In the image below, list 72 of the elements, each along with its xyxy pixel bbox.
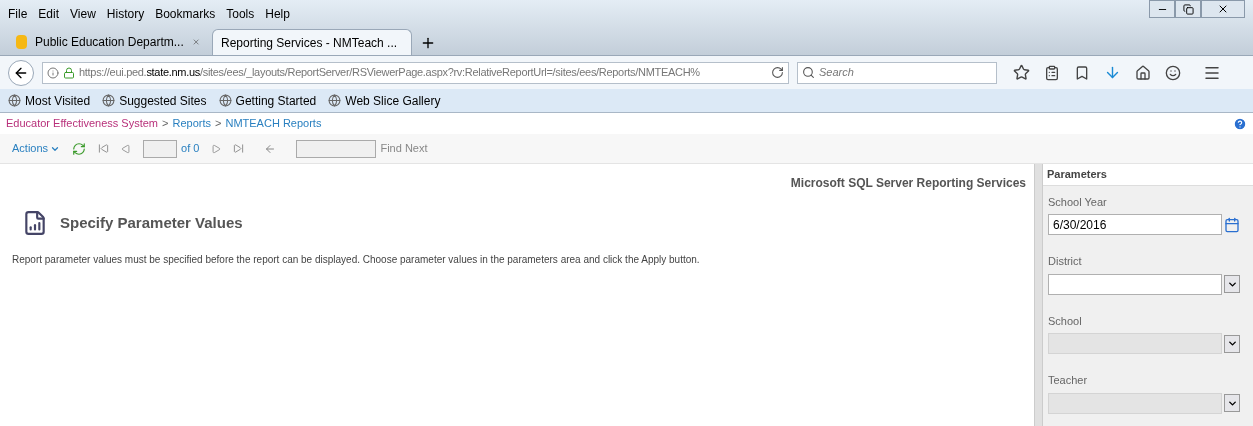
menu-item[interactable]: Tools — [226, 5, 255, 23]
tab-title: Public Education Departm... — [35, 34, 184, 51]
chevron-icon — [1226, 338, 1238, 349]
date-field[interactable]: 6/30/2016 — [1048, 214, 1222, 235]
report-icon — [22, 210, 48, 236]
menu-item[interactable]: View — [70, 5, 96, 23]
find-field[interactable] — [296, 139, 377, 158]
search-placeholder: Search — [819, 65, 854, 81]
back-button[interactable] — [8, 59, 34, 86]
dropdown-field[interactable] — [1048, 273, 1222, 295]
close-icon[interactable] — [191, 36, 200, 48]
field-label: District — [1048, 254, 1083, 269]
help-icon[interactable] — [1233, 116, 1247, 131]
menu-item[interactable]: History — [106, 5, 145, 23]
breadcrumb-link[interactable]: Reports — [172, 115, 211, 132]
breadcrumb-separator: > — [215, 116, 222, 132]
field-label: School Year — [1048, 194, 1108, 210]
new-tab-icon[interactable] — [420, 35, 436, 51]
find-next-link[interactable]: Find Next — [380, 140, 428, 157]
refresh-icon[interactable] — [72, 141, 87, 156]
star-icon[interactable] — [1013, 64, 1030, 81]
globe-icon — [8, 94, 21, 107]
field-label: Teacher — [1048, 373, 1089, 388]
tab-title: Reporting Services - NMTeach ... — [221, 34, 398, 52]
panel-title: Parameters — [1043, 164, 1253, 186]
previous-page-icon[interactable] — [121, 143, 132, 154]
last-page-icon[interactable] — [233, 143, 245, 154]
page-field[interactable] — [143, 139, 178, 158]
globe-icon — [328, 94, 342, 107]
first-page-icon[interactable] — [98, 143, 110, 154]
actions-menu[interactable]: Actions — [12, 140, 61, 157]
dropdown-button[interactable] — [1224, 275, 1240, 293]
breadcrumb-link[interactable]: NMTEACH Reports — [225, 115, 322, 132]
lock-icon — [63, 66, 75, 79]
site-icon — [16, 35, 27, 49]
next-page-icon[interactable] — [211, 143, 222, 154]
bookmark-item[interactable]: Most Visited — [25, 91, 91, 110]
breadcrumb-separator: > — [162, 116, 169, 132]
info-icon — [47, 66, 59, 79]
globe-icon — [102, 94, 116, 107]
search-icon — [802, 66, 815, 79]
search-field[interactable]: Search — [797, 61, 997, 84]
menu-item[interactable]: File — [8, 5, 28, 23]
bookmark-item[interactable]: Getting Started — [235, 91, 317, 110]
restore-button[interactable] — [1175, 0, 1201, 18]
reading-list-icon[interactable] — [1044, 64, 1060, 81]
close-icon — [1217, 3, 1229, 15]
download-icon[interactable] — [1104, 64, 1121, 81]
browser-tab[interactable]: Public Education Departm... — [8, 29, 208, 55]
menu-item[interactable]: Bookmarks — [155, 5, 216, 23]
menu-item[interactable]: Edit — [38, 5, 60, 23]
dropdown-button[interactable] — [1224, 394, 1240, 412]
home-icon[interactable] — [1135, 64, 1151, 81]
page-count: of 0 — [181, 141, 200, 157]
url-text: https://eui.ped.state.nm.us/sites/ees/_layouts/ReportServer/RSViewerPage.aspx?rv:RelativeReportUrl=/sites/ees/Reports/NMTEACH% — [79, 65, 701, 81]
back-icon[interactable] — [264, 142, 277, 155]
field-label: School — [1048, 313, 1083, 329]
bookmark-item[interactable]: Web Slice Gallery — [345, 91, 441, 110]
address-field[interactable]: https://eui.ped.state.nm.us/sites/ees/_layouts/ReportServer/RSViewerPage.aspx?rv:RelativeReportUrl=/sites/ees/Reports/NMTEACH% — [42, 61, 789, 84]
menu-item[interactable]: Help — [265, 5, 290, 23]
brand-title: Microsoft SQL Server Reporting Services — [790, 175, 1026, 192]
bookmark-item[interactable]: Suggested Sites — [119, 91, 207, 110]
reload-icon — [771, 66, 784, 79]
calendar-icon[interactable] — [1224, 216, 1240, 233]
instruction-text: Report parameter values must be specified before the report can be displayed. Choose parameter values in the parameters area and click the Apply button. — [12, 253, 701, 267]
globe-icon — [218, 94, 232, 107]
restore-icon — [1182, 3, 1194, 15]
browser-tab[interactable]: Reporting Services - NMTeach ... — [212, 29, 412, 55]
date-value: 6/30/2016 — [1053, 216, 1107, 234]
page-heading: Specify Parameter Values — [60, 212, 243, 233]
breadcrumb-link[interactable]: Educator Effectiveness System — [6, 115, 159, 132]
dropdown-button[interactable] — [1224, 334, 1240, 353]
